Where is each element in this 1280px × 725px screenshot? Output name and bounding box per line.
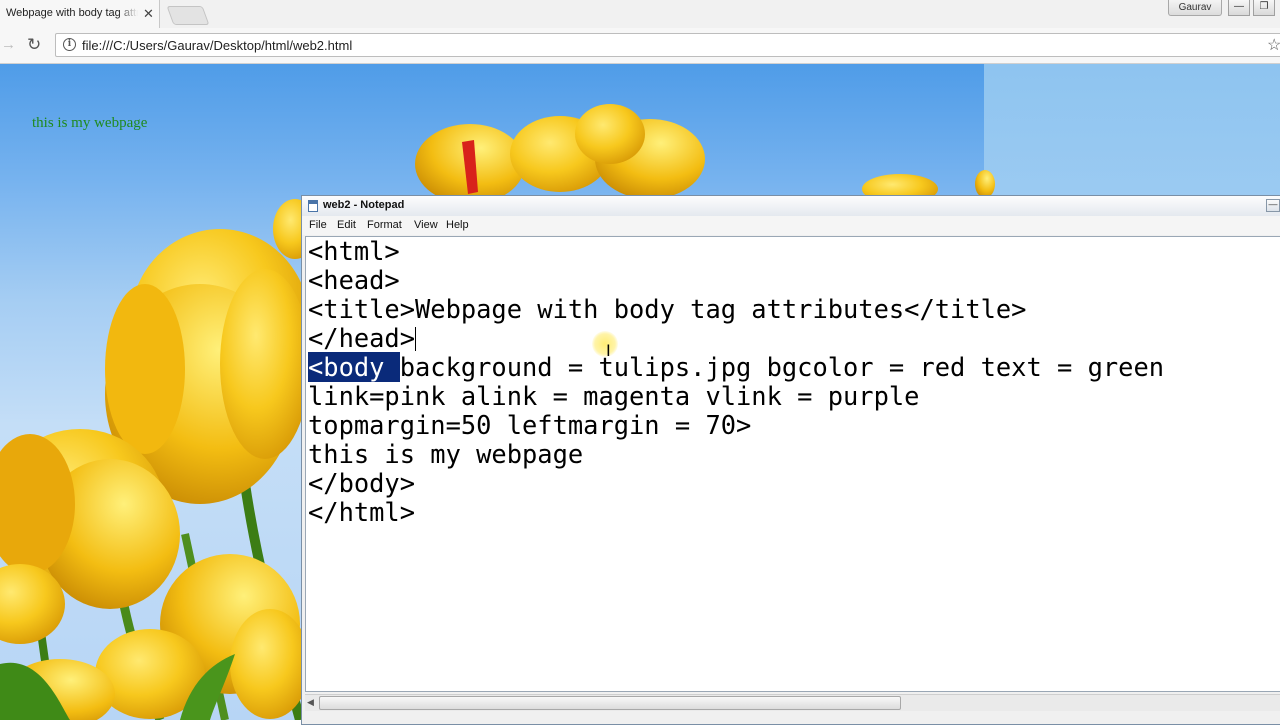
tab-strip: Webpage with body tag attributes ✕ Gaura…: [0, 0, 1280, 28]
selected-text: <body: [308, 352, 400, 382]
menu-help[interactable]: Help: [446, 219, 469, 231]
bookmark-star-icon[interactable]: ☆: [1267, 35, 1280, 55]
menu-view[interactable]: View: [414, 219, 438, 231]
code-line: </html>: [308, 497, 416, 527]
code-line: topmargin=50 leftmargin = 70>: [308, 410, 752, 440]
code-line: </body>: [308, 468, 416, 498]
code-line: <title>Webpage with body tag attributes<…: [308, 294, 1027, 324]
ibeam-cursor-icon: I: [606, 341, 611, 360]
menu-file[interactable]: File: [309, 219, 327, 231]
close-tab-icon[interactable]: ✕: [143, 6, 154, 22]
url-text[interactable]: file:///C:/Users/Gaurav/Desktop/html/web…: [82, 38, 352, 53]
new-tab-button[interactable]: [166, 6, 210, 25]
menu-format[interactable]: Format: [367, 219, 402, 231]
text-caret: [415, 327, 417, 351]
cursor-highlight: [592, 331, 618, 357]
code-line: link=pink alink = magenta vlink = purple: [308, 381, 920, 411]
code-line: </head>: [308, 323, 416, 353]
notepad-titlebar[interactable]: web2 - Notepad —: [302, 196, 1280, 217]
address-bar[interactable]: i file:///C:/Users/Gaurav/Desktop/html/w…: [55, 33, 1280, 57]
forward-icon[interactable]: →: [1, 36, 16, 53]
reload-icon[interactable]: ↻: [27, 35, 41, 55]
tab-title: Webpage with body tag attributes: [6, 7, 138, 19]
notepad-icon: [308, 200, 318, 212]
minimize-icon[interactable]: —: [1228, 0, 1250, 16]
code-line: background = tulips.jpg bgcolor = red te…: [399, 352, 1165, 382]
horizontal-scrollbar[interactable]: ◀: [305, 694, 1280, 711]
page-body-text: this is my webpage: [32, 115, 148, 131]
code-line: this is my webpage: [308, 439, 584, 469]
browser-toolbar: → ↻ i file:///C:/Users/Gaurav/Desktop/ht…: [0, 28, 1280, 64]
scroll-left-icon[interactable]: ◀: [307, 697, 314, 708]
profile-button[interactable]: Gaurav: [1168, 0, 1222, 16]
scrollbar-thumb[interactable]: [319, 696, 901, 710]
notepad-title: web2 - Notepad: [323, 199, 405, 211]
notepad-window: web2 - Notepad — File Edit Format View H…: [301, 195, 1280, 725]
code-text[interactable]: <html> <head> <title>Webpage with body t…: [308, 237, 1164, 527]
code-line: <head>: [308, 265, 400, 295]
notepad-text-area[interactable]: <html> <head> <title>Webpage with body t…: [305, 236, 1280, 692]
menu-edit[interactable]: Edit: [337, 219, 356, 231]
notepad-menubar: File Edit Format View Help: [302, 216, 1280, 235]
browser-tab[interactable]: Webpage with body tag attributes ✕: [0, 0, 160, 28]
code-line: <html>: [308, 236, 400, 266]
notepad-minimize-icon[interactable]: —: [1266, 199, 1280, 212]
restore-icon[interactable]: ❐: [1253, 0, 1275, 16]
info-icon[interactable]: i: [63, 38, 76, 51]
